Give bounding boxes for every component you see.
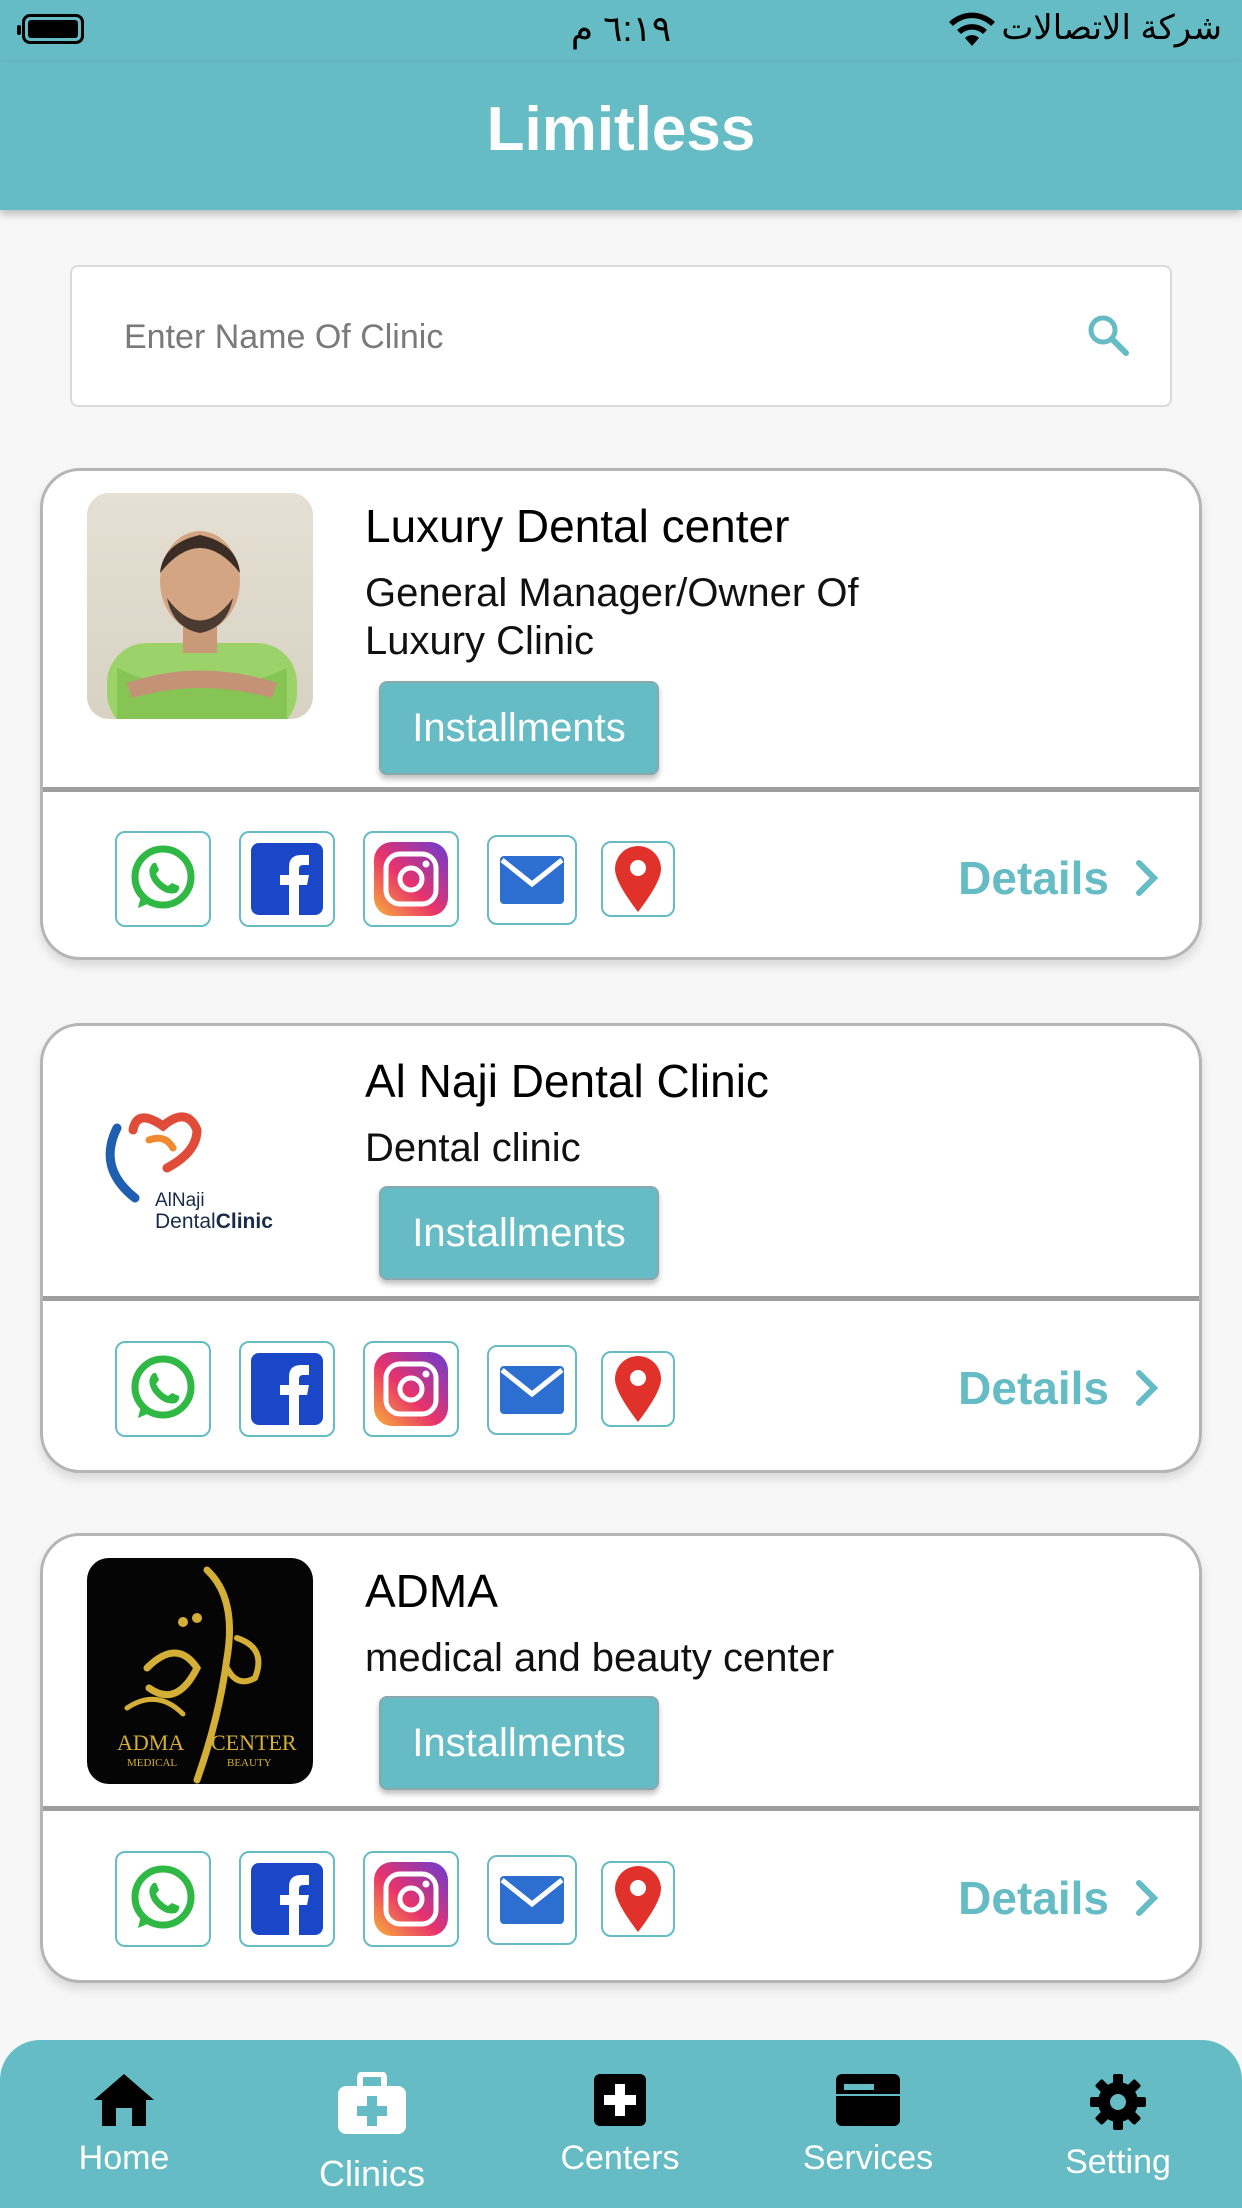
- carrier-label: شركة الاتصالات: [1001, 9, 1222, 47]
- svg-text:BEAUTY: BEAUTY: [227, 1757, 272, 1769]
- whatsapp-icon[interactable]: [115, 831, 211, 927]
- card-divider: [43, 787, 1199, 792]
- app-header: Limitless: [0, 62, 1242, 210]
- nav-services[interactable]: Services: [768, 2072, 968, 2178]
- nav-label: Setting: [1065, 2143, 1171, 2181]
- svg-text:MEDICAL: MEDICAL: [127, 1757, 177, 1769]
- al-naji-logo: AlNaji DentalClinic: [87, 1048, 313, 1274]
- logo-text: AlNaji: [155, 1190, 205, 1211]
- details-link[interactable]: Details: [958, 1361, 1159, 1415]
- card-divider: [43, 1806, 1199, 1811]
- email-icon[interactable]: [487, 835, 577, 925]
- installments-button[interactable]: Installments: [379, 1186, 659, 1280]
- location-pin-icon[interactable]: [601, 1351, 675, 1427]
- svg-text:DentalClinic: DentalClinic: [155, 1210, 273, 1233]
- email-icon[interactable]: [487, 1855, 577, 1945]
- adma-logo: ADMA CENTER MEDICAL BEAUTY: [87, 1558, 313, 1784]
- nav-setting[interactable]: Setting: [1018, 2072, 1218, 2182]
- location-pin-icon[interactable]: [601, 841, 675, 917]
- nav-label: Centers: [560, 2139, 680, 2177]
- nav-label: Services: [802, 2139, 934, 2177]
- clinic-name: Al Naji Dental Clinic: [365, 1055, 769, 1107]
- instagram-icon[interactable]: [363, 1341, 459, 1437]
- email-icon[interactable]: [487, 1345, 577, 1435]
- card-divider: [43, 1296, 1199, 1301]
- home-icon: [94, 2074, 154, 2126]
- nav-home[interactable]: Home: [24, 2072, 224, 2178]
- clinic-card[interactable]: ADMA CENTER MEDICAL BEAUTY ADMA medical …: [40, 1533, 1202, 1983]
- search-icon[interactable]: [1086, 313, 1130, 357]
- details-link[interactable]: Details: [958, 1871, 1159, 1925]
- clinic-description: General Manager/Owner Of Luxury Clinic: [365, 571, 859, 663]
- nav-label: Home: [78, 2139, 170, 2177]
- installments-button[interactable]: Installments: [379, 681, 659, 775]
- clinic-owner-photo: [87, 493, 313, 719]
- details-label: Details: [958, 1872, 1109, 1924]
- wifi-icon: [949, 12, 995, 46]
- clinic-card[interactable]: AlNaji DentalClinic Al Naji Dental Clini…: [40, 1023, 1202, 1473]
- whatsapp-icon[interactable]: [115, 1851, 211, 1947]
- bottom-nav: Home Clinics Centers Services Setting: [0, 2040, 1242, 2208]
- search-input[interactable]: [122, 267, 1086, 407]
- installments-button[interactable]: Installments: [379, 1696, 659, 1790]
- chevron-right-icon: [1136, 860, 1159, 896]
- briefcase-medical-icon: [338, 2071, 406, 2134]
- chevron-right-icon: [1136, 1370, 1159, 1406]
- nav-label: Clinics: [318, 2153, 425, 2194]
- chevron-right-icon: [1136, 1880, 1159, 1916]
- clinic-name: Luxury Dental center: [365, 500, 790, 552]
- plus-square-icon: [594, 2074, 646, 2126]
- nav-centers[interactable]: Centers: [520, 2072, 720, 2178]
- facebook-icon[interactable]: [239, 1851, 335, 1947]
- clinic-description: Dental clinic: [365, 1126, 581, 1170]
- svg-text:ADMA: ADMA: [117, 1730, 184, 1755]
- nav-clinics[interactable]: Clinics: [272, 2071, 472, 2195]
- clinic-card[interactable]: Luxury Dental center General Manager/Own…: [40, 468, 1202, 960]
- details-link[interactable]: Details: [958, 851, 1159, 905]
- location-pin-icon[interactable]: [601, 1861, 675, 1937]
- gear-icon: [1090, 2074, 1146, 2130]
- instagram-icon[interactable]: [363, 831, 459, 927]
- facebook-icon[interactable]: [239, 831, 335, 927]
- whatsapp-icon[interactable]: [115, 1341, 211, 1437]
- clinic-description: medical and beauty center: [365, 1636, 835, 1680]
- status-bar: ٦:١٩ م شركة الاتصالات: [0, 0, 1242, 62]
- instagram-icon[interactable]: [363, 1851, 459, 1947]
- search-box: [70, 265, 1172, 407]
- facebook-icon[interactable]: [239, 1341, 335, 1437]
- details-label: Details: [958, 852, 1109, 904]
- page-title: Limitless: [486, 95, 756, 164]
- clinic-name: ADMA: [365, 1565, 498, 1617]
- card-icon: [836, 2074, 900, 2126]
- svg-text:CENTER: CENTER: [211, 1730, 297, 1755]
- details-label: Details: [958, 1362, 1109, 1414]
